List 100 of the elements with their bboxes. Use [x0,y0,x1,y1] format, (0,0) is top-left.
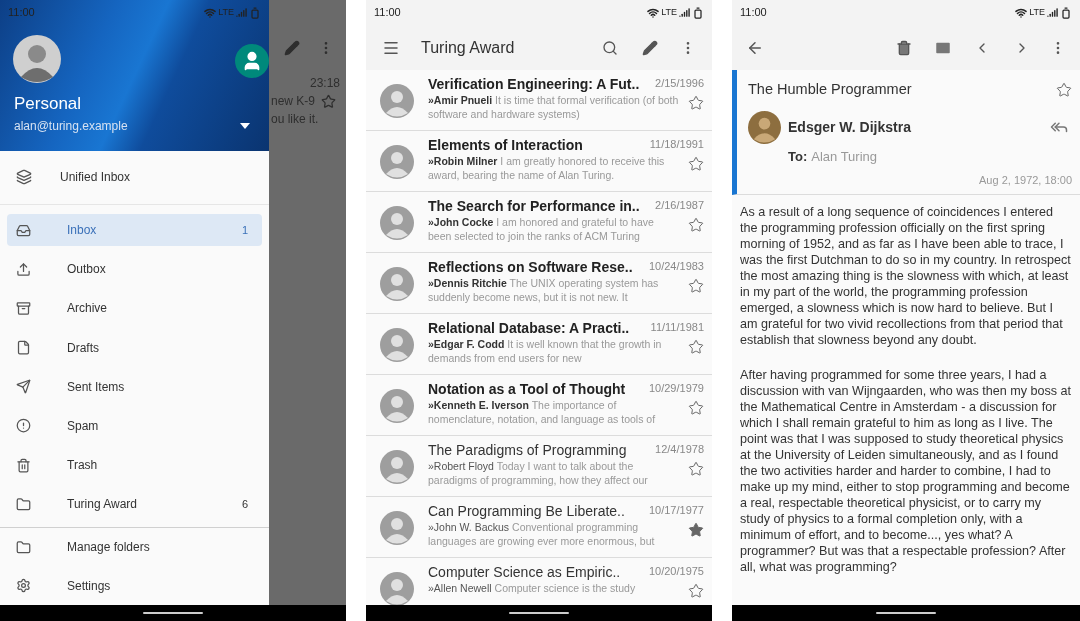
folder-item[interactable]: Spam [7,409,262,443]
trash-icon [16,457,31,473]
avatar [380,389,414,423]
star-icon [321,93,337,109]
upload-tray-icon [16,261,31,277]
message-preview: »Amir Pnueli It is time that formal verification (of both software and hardware systems) [428,93,680,121]
drawer-item[interactable]: Unified Inbox [0,150,269,204]
message-row[interactable]: The Search for Performance in.. 2/16/1987 »John Cocke I am honored and grateful to have been selected to join the ranks of ACM Turing [366,192,712,253]
folder-icon [16,539,31,555]
avatar [13,35,61,83]
star-icon[interactable] [688,217,704,233]
folder-item[interactable]: Archive [7,292,262,325]
message-paragraph: After having programmed for some three years, I had a discussion with van Wijngaarden, who was then my boss at the Mathematical Centre in Amsterdam - a discussion for which I shall remain grateful to him as long as I live. The point was that I was supposed to study theoretical physics at the University of Leiden simultaneously, and as I found the two activities harder and harder to combine, I had to make up my mind, either to stop programming and become a real, respectable theoretical physicist, or to carry my study of physics to a formal completion only, with a minimum of effort, and to become..., yes what? A programmer? But was that a respectable profession? After all, what was programming? [740,366,1072,575]
folder-item[interactable]: Drafts [7,331,262,364]
message-date: 11/18/1991 [649,137,704,152]
message-time: 23:18 [309,75,340,92]
folder-item[interactable]: Trash [7,448,262,482]
signal-icon [1047,7,1058,18]
star-icon[interactable] [688,583,704,599]
message-row[interactable]: Verification Engineering: A Fut.. 2/15/1996 »Amir Pnueli It is time that formal verification (of both software and hardware systems) [366,70,712,131]
avatar [748,110,781,144]
pencil-icon[interactable] [642,39,658,56]
message-date: 10/20/1975 [648,564,704,579]
message-preview: »Dennis Ritchie The UNIX operating system has suddenly become news, but it is not new. It [428,276,660,304]
avatar [380,267,414,301]
avatar [380,450,414,484]
unread-count: 6 [241,497,248,512]
folder-item[interactable]: Turing Award 6 [7,487,262,521]
message-subject: Computer Science as Empiric.. [428,563,621,581]
avatar [380,328,414,362]
avatar [380,511,414,545]
message-row[interactable]: Can Programming Be Liberate.. 10/17/1977 »John W. Backus Conventional programming languages are growing ever more enormous, but [366,497,712,558]
inbox-icon [16,222,31,238]
home-handle[interactable] [143,612,203,614]
message-subject: Reflections on Software Rese.. [428,258,633,276]
folder-item[interactable]: Sent Items [7,370,262,404]
message-subject: Elements of Interaction [428,136,583,154]
message-preview: »John W. Backus Conventional programming languages are growing ever more enormous, but [428,520,656,548]
battery-icon [692,6,704,19]
settings-icon [16,578,31,594]
avatar [380,145,414,179]
folder-item[interactable]: Inbox 1 [7,213,262,247]
status-time: 11:00 [740,5,767,21]
star-icon[interactable] [688,278,704,294]
network-label: LTE [661,5,677,19]
message-date: 2/15/1996 [655,76,704,91]
sender-name: Edsger W. Dijkstra [788,117,912,137]
star-icon[interactable] [688,522,704,538]
star-icon[interactable] [688,339,704,355]
home-handle[interactable] [509,612,569,614]
unread-count: 1 [241,222,248,238]
star-icon[interactable] [688,400,704,416]
message-row[interactable]: Notation as a Tool of Thought 10/29/1979 »Kenneth E. Iverson The importance of nomenclature, notation, and language as tools of [366,375,712,436]
network-label: LTE [218,5,234,19]
message-date: 10/29/1979 [648,381,704,396]
message-preview: »Kenneth E. Iverson The importance of nomenclature, notation, and language as tools of [428,398,657,426]
account-icon[interactable] [235,44,269,78]
wifi-icon [1015,6,1028,19]
avatar [380,84,414,118]
star-icon[interactable] [688,461,704,477]
message-row[interactable]: Relational Database: A Practi.. 11/11/1981 »Edgar F. Codd It is well known that the growth in demands from end users for new [366,314,712,375]
message-preview: »John Cocke I am honored and grateful to have been selected to join the ranks of ACM Turing [428,215,655,243]
message-date: 2/16/1987 [655,198,704,213]
message-subject: The Humble Programmer [748,80,912,99]
message-date: Aug 2, 1972, 18:00 [979,173,1072,189]
drawer-item[interactable]: Manage folders [0,528,269,567]
star-icon[interactable] [688,95,704,111]
message-subject: The Search for Performance in.. [428,197,640,215]
layers-icon [16,169,32,186]
home-handle[interactable] [876,612,936,614]
star-icon[interactable] [688,156,704,172]
message-subject: Notation as a Tool of Thought [428,380,626,398]
drawer-item[interactable]: Settings [0,566,269,605]
message-date: 10/24/1983 [648,259,704,274]
account-email: alan@turing.example [14,117,128,135]
wifi-icon [204,6,217,19]
message-preview: »Allen Newell Computer science is the study [428,581,637,595]
recipient-name: Alan Turing [811,147,877,166]
search-icon[interactable] [602,39,618,56]
dropdown-icon[interactable] [240,122,250,129]
folder-icon [16,496,31,512]
message-date: 10/17/1977 [648,503,704,518]
status-time: 11:00 [8,5,35,21]
archive-icon [16,300,31,316]
trash-icon[interactable] [896,39,912,56]
message-paragraph: As a result of a long sequence of coincidences I entered the programming profession officially on the first spring morning of 1952, and as far as I have been able to trace, I was the first Dutchman to do so in my country. In retrospect the most amazing thing is the slowness with which, at least in my part of the world, the programming profession emerged, a slowness which is now hard to believe. But I am grateful for two vivid recollections from that period that establish that slowness beyond any doubt. [740,203,1072,348]
message-date: 11/11/1981 [650,320,704,335]
battery-icon [1060,6,1072,19]
message-row[interactable]: Reflections on Software Rese.. 10/24/1983 »Dennis Ritchie The UNIX operating system has suddenly become news, but it is not new. It [366,253,712,314]
message-date: 12/4/1978 [655,442,704,457]
star-icon[interactable] [1056,81,1072,98]
preview-text: new K-9 [271,93,316,110]
status-time: 11:00 [374,5,401,21]
message-row[interactable]: Elements of Interaction 11/18/1991 »Robin Milner I am greatly honored to receive this award, bearing the name of Alan Turing. [366,131,712,192]
signal-icon [679,7,690,18]
preview-text: ou like it. [270,111,319,128]
wifi-icon [647,6,660,19]
pencil-icon [284,39,300,56]
folder-item[interactable]: Outbox [7,252,262,286]
battery-icon [249,6,261,19]
